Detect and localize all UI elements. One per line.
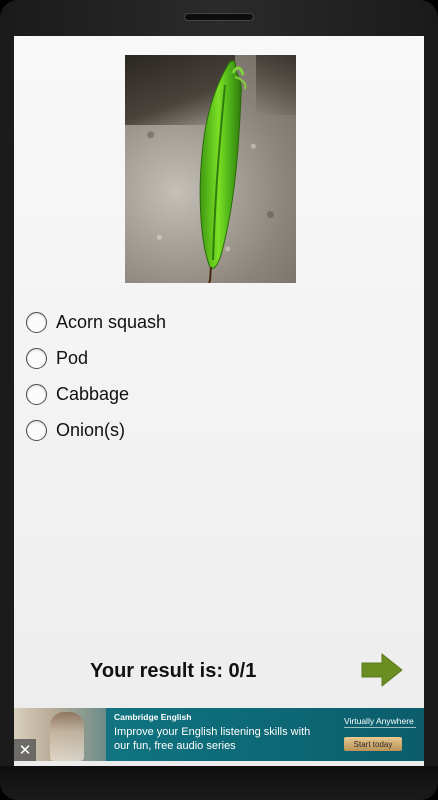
ad-banner[interactable]: ✕ Cambridge English Improve your English… xyxy=(14,708,424,761)
option-label: Pod xyxy=(56,347,89,368)
answer-options: Acorn squash Pod Cabbage Onion(s) xyxy=(26,304,406,448)
ad-text: Improve your English listening skills wi… xyxy=(114,726,311,752)
next-button[interactable] xyxy=(360,652,404,688)
radio-button[interactable] xyxy=(26,419,47,441)
quiz-image xyxy=(125,55,296,283)
ad-brand: Cambridge English xyxy=(114,712,192,722)
radio-button[interactable] xyxy=(26,347,47,369)
radio-button[interactable] xyxy=(26,311,47,333)
result-text: Your result is: 0/1 xyxy=(90,660,257,682)
option-label: Onion(s) xyxy=(56,419,126,440)
ad-person-figure xyxy=(50,712,84,761)
app-screen: Acorn squash Pod Cabbage Onion(s) Your r… xyxy=(14,36,424,766)
option-label: Cabbage xyxy=(56,383,130,404)
option-acorn-squash[interactable]: Acorn squash xyxy=(26,304,406,340)
speaker-grille xyxy=(184,13,254,21)
ad-tagline: Virtually Anywhere xyxy=(344,716,414,726)
device-bottom-bezel xyxy=(0,766,438,800)
ad-divider xyxy=(344,727,416,728)
close-icon[interactable]: ✕ xyxy=(14,739,36,761)
pea-pod-icon xyxy=(199,60,247,283)
option-onions[interactable]: Onion(s) xyxy=(26,412,406,448)
arrow-right-icon xyxy=(361,653,403,687)
phone-frame: Acorn squash Pod Cabbage Onion(s) Your r… xyxy=(0,0,438,800)
option-pod[interactable]: Pod xyxy=(26,340,406,376)
option-label: Acorn squash xyxy=(56,311,167,332)
radio-button[interactable] xyxy=(26,383,47,405)
ad-cta-button[interactable]: Start today xyxy=(344,737,402,751)
option-cabbage[interactable]: Cabbage xyxy=(26,376,406,412)
